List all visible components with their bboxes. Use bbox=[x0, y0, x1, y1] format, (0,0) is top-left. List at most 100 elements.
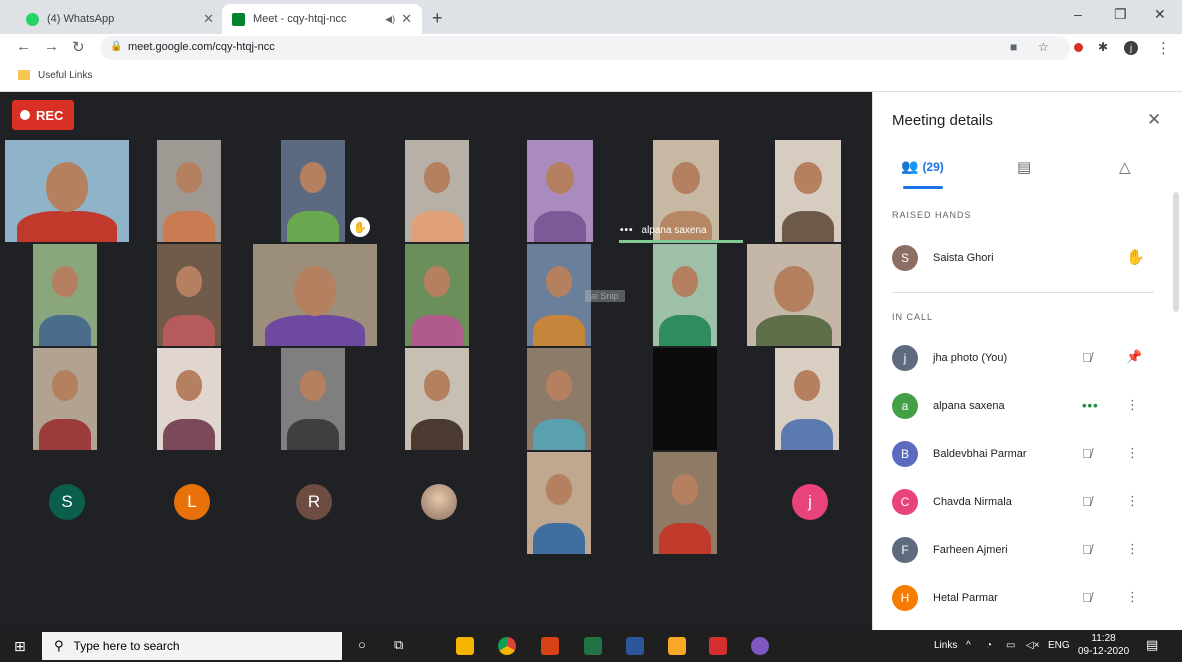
file-explorer-icon[interactable] bbox=[456, 637, 474, 655]
extension-red-icon[interactable] bbox=[1074, 43, 1083, 52]
participant-row[interactable]: a alpana saxena ••• ⋮ bbox=[892, 390, 1154, 422]
participant-name: Baldevbhai Parmar bbox=[933, 448, 1027, 460]
bookmark-useful-links[interactable]: Useful Links bbox=[38, 70, 92, 81]
task-view-icon[interactable]: ⧉ bbox=[394, 637, 403, 653]
windows-start-icon[interactable]: ⊞ bbox=[14, 638, 26, 655]
volume-icon[interactable]: ◁× bbox=[1026, 640, 1040, 651]
video-tile[interactable] bbox=[157, 348, 221, 450]
video-tile[interactable] bbox=[527, 348, 591, 450]
lock-icon[interactable]: 🔒 bbox=[110, 41, 122, 52]
video-tile[interactable] bbox=[405, 244, 469, 346]
video-tile[interactable] bbox=[653, 348, 717, 450]
video-tile[interactable] bbox=[157, 140, 221, 242]
app-icon[interactable] bbox=[626, 637, 644, 655]
camera-in-use-icon[interactable]: ■ bbox=[1010, 40, 1017, 54]
video-tile[interactable] bbox=[653, 244, 717, 346]
show-hidden-icons-icon[interactable]: ^ bbox=[966, 640, 971, 651]
acrobat-icon[interactable] bbox=[709, 637, 727, 655]
close-window-button[interactable]: ✕ bbox=[1154, 6, 1166, 23]
participant-row[interactable]: j jha photo (You) 🎙̸ 📌 bbox=[892, 342, 1154, 374]
avatar-tile-r[interactable]: R bbox=[296, 484, 332, 520]
taskbar-search[interactable]: ⚲ Type here to search bbox=[42, 632, 342, 660]
links-toolbar[interactable]: Links bbox=[934, 640, 957, 651]
restore-button[interactable]: ❐ bbox=[1114, 6, 1127, 23]
active-speaker-bar bbox=[619, 240, 743, 243]
video-tile[interactable] bbox=[253, 244, 377, 346]
close-tab-icon[interactable]: ✕ bbox=[401, 11, 412, 27]
language-indicator[interactable]: ENG bbox=[1048, 640, 1070, 651]
avatar-tile-j[interactable]: j bbox=[792, 484, 828, 520]
video-tile[interactable] bbox=[405, 140, 469, 242]
new-tab-button[interactable]: + bbox=[432, 8, 443, 29]
close-panel-icon[interactable]: ✕ bbox=[1147, 110, 1161, 130]
raised-hand-icon: ✋ bbox=[350, 217, 370, 237]
participant-row[interactable]: C Chavda Nirmala 🎙̸ ⋮ bbox=[892, 486, 1154, 518]
browser-menu-icon[interactable]: ⋮ bbox=[1156, 39, 1171, 57]
tab-meet[interactable]: Meet - cqy-htqj-ncc ◀︎) ✕ bbox=[222, 4, 422, 34]
participant-face bbox=[175, 266, 203, 298]
video-tile[interactable] bbox=[775, 348, 839, 450]
more-options-icon[interactable]: ⋮ bbox=[1126, 541, 1139, 557]
video-tile[interactable] bbox=[527, 452, 591, 554]
more-options-icon[interactable]: ⋮ bbox=[1126, 493, 1139, 509]
tab-title: Meet - cqy-htqj-ncc bbox=[253, 13, 347, 25]
video-tile[interactable] bbox=[747, 244, 841, 346]
more-options-icon[interactable]: ⋮ bbox=[1126, 589, 1139, 605]
battery-icon[interactable]: ▭ bbox=[1006, 640, 1015, 651]
video-tile[interactable] bbox=[33, 244, 97, 346]
video-tile[interactable] bbox=[653, 452, 717, 554]
participant-row[interactable]: H Hetal Parmar 🎙̸ ⋮ bbox=[892, 582, 1154, 614]
tab-whatsapp[interactable]: (4) WhatsApp ✕ bbox=[16, 4, 224, 34]
video-tile[interactable] bbox=[281, 140, 345, 242]
close-tab-icon[interactable]: ✕ bbox=[203, 11, 214, 27]
clock[interactable]: 11:28 09-12-2020 bbox=[1078, 632, 1129, 658]
minimize-button[interactable]: – bbox=[1074, 6, 1082, 22]
video-tile[interactable] bbox=[405, 348, 469, 450]
tab-chat[interactable]: ▤ bbox=[1017, 158, 1031, 176]
participant-row[interactable]: B Baldevbhai Parmar 🎙̸ ⋮ bbox=[892, 438, 1154, 470]
reload-button[interactable]: ↻ bbox=[72, 38, 85, 56]
avatar-tile-l[interactable]: L bbox=[174, 484, 210, 520]
chrome-icon[interactable] bbox=[498, 637, 516, 655]
video-tile[interactable] bbox=[5, 140, 129, 242]
excel-icon[interactable] bbox=[584, 637, 602, 655]
people-count: (29) bbox=[922, 159, 944, 174]
extensions-puzzle-icon[interactable]: ✱ bbox=[1098, 40, 1108, 54]
video-tile[interactable] bbox=[775, 140, 841, 242]
url-text[interactable]: meet.google.com/cqy-htqj-ncc bbox=[128, 41, 275, 53]
cortana-icon[interactable]: ○ bbox=[358, 637, 366, 652]
tab-activities[interactable]: △ bbox=[1119, 158, 1131, 176]
notifications-icon[interactable]: ▤ bbox=[1146, 637, 1158, 653]
more-options-icon[interactable]: ⋮ bbox=[1126, 397, 1139, 413]
participant-face bbox=[299, 370, 327, 402]
app-icon[interactable] bbox=[541, 637, 559, 655]
panel-title: Meeting details bbox=[892, 112, 993, 129]
video-tile[interactable] bbox=[527, 244, 591, 346]
pin-icon[interactable]: 📌 bbox=[1126, 349, 1142, 365]
back-button[interactable]: ← bbox=[16, 38, 31, 55]
section-divider bbox=[892, 292, 1154, 293]
more-options-icon[interactable]: ⋮ bbox=[1126, 445, 1139, 461]
participant-row[interactable]: F Farheen Ajmeri 🎙̸ ⋮ bbox=[892, 534, 1154, 566]
participant-face bbox=[671, 266, 699, 298]
avatar-tile-s[interactable]: S bbox=[49, 484, 85, 520]
tab-people[interactable]: 👥 (29) bbox=[901, 158, 944, 175]
raised-hand-icon[interactable]: ✋ bbox=[1126, 248, 1145, 266]
raised-hand-row[interactable]: S Saista Ghori ✋ bbox=[892, 242, 1154, 274]
forward-button[interactable]: → bbox=[44, 38, 59, 55]
network-icon[interactable]: ◔ bbox=[986, 640, 992, 651]
video-tile[interactable] bbox=[33, 348, 97, 450]
avatar-tile-photo[interactable] bbox=[421, 484, 457, 520]
address-bar[interactable]: 🔒 meet.google.com/cqy-htqj-ncc ■ ☆ bbox=[100, 36, 1070, 60]
bookmark-star-icon[interactable]: ☆ bbox=[1038, 40, 1049, 54]
profile-avatar[interactable]: j bbox=[1124, 41, 1138, 55]
app-icon[interactable] bbox=[668, 637, 686, 655]
panel-scrollbar[interactable] bbox=[1173, 192, 1179, 312]
audio-playing-icon[interactable]: ◀︎) bbox=[385, 14, 395, 25]
video-tile[interactable] bbox=[527, 140, 593, 242]
paint-icon[interactable] bbox=[751, 637, 769, 655]
video-tile[interactable] bbox=[281, 348, 345, 450]
participant-face bbox=[51, 266, 79, 298]
video-tile[interactable] bbox=[157, 244, 221, 346]
active-tab-indicator bbox=[903, 186, 943, 189]
